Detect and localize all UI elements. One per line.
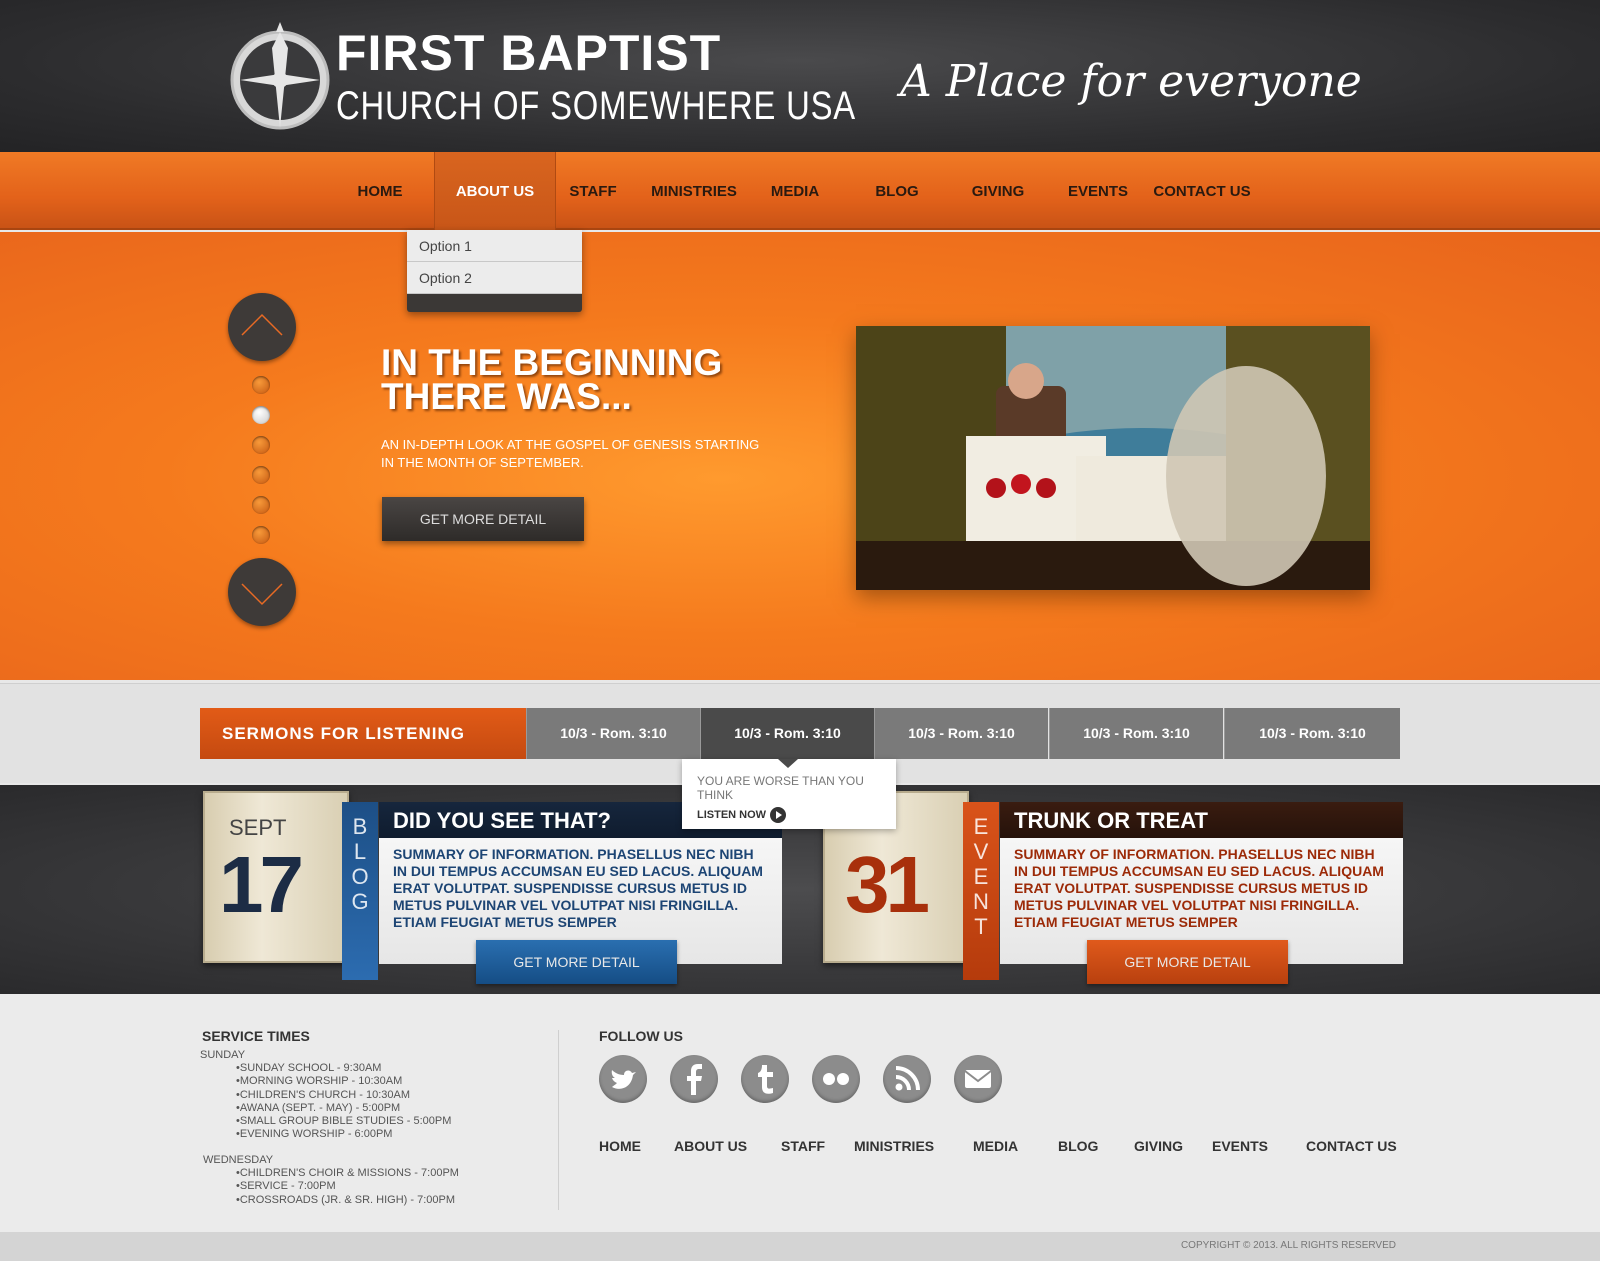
sermon-tab[interactable]: 10/3 - Rom. 3:10 xyxy=(1049,708,1223,759)
sermon-tab[interactable]: 10/3 - Rom. 3:10 xyxy=(526,708,700,759)
hero-photo xyxy=(856,326,1370,590)
hero-title: IN THE BEGINNING THERE WAS... xyxy=(381,342,723,417)
event-ribbon: EVENT xyxy=(963,802,999,980)
sermon-tab[interactable]: 10/3 - Rom. 3:10 xyxy=(874,708,1048,759)
footer-nav-about-us[interactable]: ABOUT US xyxy=(674,1138,747,1154)
nav-contact-us[interactable]: CONTACT US xyxy=(1150,152,1254,230)
schedule-item: •SUNDAY SCHOOL - 9:30AM xyxy=(236,1062,382,1074)
schedule-item: •CROSSROADS (JR. & SR. HIGH) - 7:00PM xyxy=(236,1193,455,1206)
footer-nav-staff[interactable]: STAFF xyxy=(781,1138,825,1154)
nav-blog[interactable]: BLOG xyxy=(866,152,928,230)
tooltip-text: YOU ARE WORSE THAN YOU THINK xyxy=(697,774,864,802)
nav-events[interactable]: EVENTS xyxy=(1066,152,1130,230)
rss-icon[interactable] xyxy=(883,1055,931,1103)
nav-giving[interactable]: GIVING xyxy=(964,152,1032,230)
schedule-item: •SERVICE - 7:00PM xyxy=(236,1180,336,1193)
ribbon-label: EVENT xyxy=(973,814,989,939)
slider-dot-active[interactable] xyxy=(252,406,270,424)
footer-nav-blog[interactable]: BLOG xyxy=(1058,1138,1098,1154)
play-icon[interactable] xyxy=(770,807,787,823)
footer-nav-media[interactable]: MEDIA xyxy=(973,1138,1018,1154)
footer-nav-ministries[interactable]: MINISTRIES xyxy=(854,1138,934,1154)
service-times-heading: SERVICE TIMES xyxy=(202,1028,310,1044)
facebook-icon[interactable] xyxy=(670,1055,718,1103)
sermons-label: SERMONS FOR LISTENING xyxy=(200,708,527,759)
tooltip-caret xyxy=(778,759,798,768)
slider-dot[interactable] xyxy=(252,526,270,544)
about-us-dropdown: Option 1 Option 2 xyxy=(407,230,582,312)
date-month: SEPT xyxy=(229,815,287,840)
brand-title: FIRST BAPTIST xyxy=(336,25,722,81)
card-title[interactable]: TRUNK OR TREAT xyxy=(1000,802,1403,838)
schedule-item: •SMALL GROUP BIBLE STUDIES - 5:00PM xyxy=(236,1115,452,1128)
footer-nav-giving[interactable]: GIVING xyxy=(1134,1138,1183,1154)
slider-dot[interactable] xyxy=(252,496,270,514)
slider-dot[interactable] xyxy=(252,376,270,394)
nav-about-us[interactable]: ABOUT US xyxy=(434,152,556,230)
dropdown-option-1[interactable]: Option 1 xyxy=(407,230,582,262)
twitter-icon[interactable] xyxy=(599,1055,647,1103)
date-day: 31 xyxy=(845,840,930,929)
chevron-down-icon xyxy=(241,583,283,606)
main-nav: HOME ABOUT US STAFF MINISTRIES MEDIA BLO… xyxy=(0,152,1600,230)
sermon-tooltip: YOU ARE WORSE THAN YOU THINK LISTEN NOW xyxy=(682,759,896,829)
footer-divider xyxy=(558,1030,559,1210)
sermon-tab[interactable]: 10/3 - Rom. 3:10 xyxy=(1224,708,1400,759)
blog-detail-button[interactable]: GET MORE DETAIL xyxy=(476,940,677,984)
sunday-label: SUNDAY xyxy=(200,1049,246,1061)
wednesday-schedule: •CHILDREN'S CHOIR & MISSIONS - 7:00PM •S… xyxy=(236,1167,459,1207)
follow-us-heading: FOLLOW US xyxy=(599,1028,683,1044)
date-day: 17 xyxy=(219,840,304,929)
schedule-item: •CHILDREN'S CHURCH - 10:30AM xyxy=(236,1088,411,1101)
nav-media[interactable]: MEDIA xyxy=(764,152,826,230)
footer-nav-home[interactable]: HOME xyxy=(599,1138,641,1154)
nav-home[interactable]: HOME xyxy=(350,152,410,230)
wednesday-label: WEDNESDAY xyxy=(203,1154,274,1166)
slider-prev-button[interactable] xyxy=(228,293,296,361)
blog-ribbon: BLOG xyxy=(342,802,378,980)
footer-nav-contact-us[interactable]: CONTACT US xyxy=(1306,1138,1397,1154)
event-detail-button[interactable]: GET MORE DETAIL xyxy=(1087,940,1288,984)
footer-nav-events[interactable]: EVENTS xyxy=(1212,1138,1268,1154)
copyright-text: COPYRIGHT © 2013. ALL RIGHTS RESERVED xyxy=(1180,1240,1396,1251)
schedule-item: •CHILDREN'S CHOIR & MISSIONS - 7:00PM xyxy=(236,1167,459,1179)
site-header: FIRST BAPTIST CHURCH OF SOMEWHERE USA A … xyxy=(0,0,1600,152)
ribbon-label: BLOG xyxy=(351,814,369,914)
schedule-item: •AWANA (SEPT. - MAY) - 5:00PM xyxy=(236,1101,401,1114)
email-icon[interactable] xyxy=(954,1055,1002,1103)
slider-dot[interactable] xyxy=(252,466,270,484)
nav-ministries[interactable]: MINISTRIES xyxy=(648,152,740,230)
dropdown-option-2[interactable]: Option 2 xyxy=(407,262,582,294)
church-logo-icon[interactable] xyxy=(222,18,342,134)
listen-now-link[interactable]: LISTEN NOW xyxy=(697,807,881,823)
slider-dot[interactable] xyxy=(252,436,270,454)
sunday-schedule: •SUNDAY SCHOOL - 9:30AM •MORNING WORSHIP… xyxy=(236,1062,451,1142)
copyright-bar: COPYRIGHT © 2013. ALL RIGHTS RESERVED xyxy=(0,1232,1600,1261)
hero-subtitle: AN IN-DEPTH LOOK AT THE GOSPEL OF GENESI… xyxy=(381,437,760,470)
hero-detail-button[interactable]: GET MORE DETAIL xyxy=(382,497,584,541)
tumblr-icon[interactable] xyxy=(741,1055,789,1103)
slider-next-button[interactable] xyxy=(228,558,296,626)
schedule-item: •EVENING WORSHIP - 6:00PM xyxy=(236,1128,393,1141)
nav-staff[interactable]: STAFF xyxy=(562,152,624,230)
site-tagline: A Place for everyone xyxy=(900,56,1362,107)
sermon-tab-active[interactable]: 10/3 - Rom. 3:10 xyxy=(700,708,874,759)
listen-now-label: LISTEN NOW xyxy=(697,809,767,821)
flickr-icon[interactable] xyxy=(812,1055,860,1103)
date-book: SEPT 17 xyxy=(203,791,349,963)
brand-subtitle: CHURCH OF SOMEWHERE USA xyxy=(336,84,856,128)
chevron-up-icon xyxy=(241,313,283,336)
schedule-item: •MORNING WORSHIP - 10:30AM xyxy=(236,1075,403,1088)
